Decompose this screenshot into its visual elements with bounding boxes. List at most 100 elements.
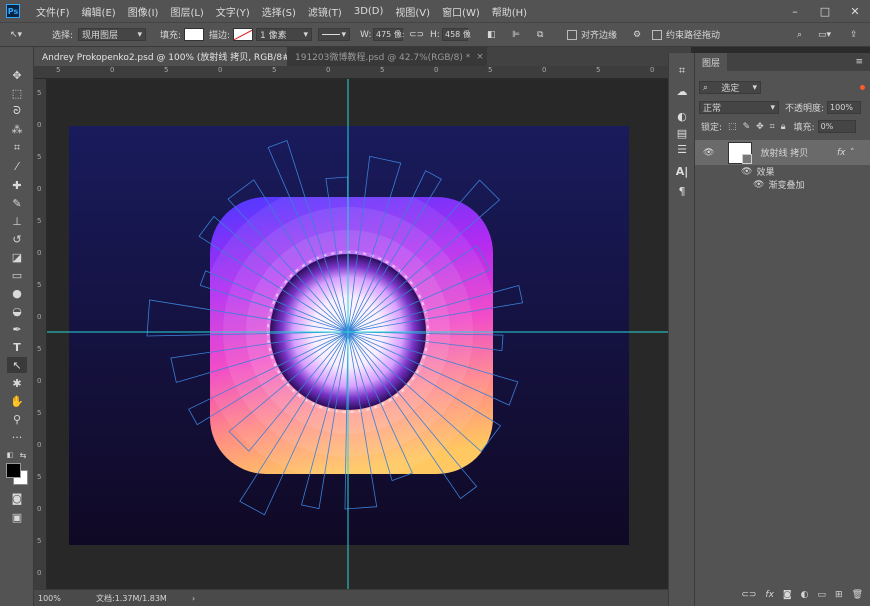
menu-window[interactable]: 窗口(W)	[436, 4, 486, 19]
new-layer-icon[interactable]: ⊞	[835, 590, 843, 600]
lock-all-icon[interactable]: 🔒︎	[781, 122, 786, 132]
gradient-tool-icon[interactable]: ▭	[7, 267, 27, 283]
type-tool-icon[interactable]: T	[7, 339, 27, 355]
select-mode-dropdown[interactable]: 现用图层 ▾	[78, 28, 146, 41]
menu-layer[interactable]: 图层(L)	[164, 4, 209, 19]
adjustments-icon[interactable]: ◐	[674, 108, 690, 124]
more-tools-icon[interactable]: ···	[7, 429, 27, 445]
height-input[interactable]: 458 像	[442, 28, 471, 41]
fill-swatch[interactable]	[184, 28, 204, 41]
path-selection-tool-icon[interactable]: ↖	[7, 357, 27, 373]
menu-view[interactable]: 视图(V)	[389, 4, 436, 19]
eye-icon[interactable]: 👁︎	[741, 167, 752, 177]
gear-icon[interactable]: ⚙	[633, 27, 641, 42]
paragraph-icon[interactable]: ¶	[674, 183, 690, 199]
zoom-level[interactable]: 100%	[38, 594, 88, 603]
eye-icon[interactable]: 👁︎	[753, 180, 764, 190]
add-mask-icon[interactable]: ◙	[783, 590, 792, 600]
effects-row[interactable]: 👁︎ 效果	[695, 165, 870, 179]
menu-file[interactable]: 文件(F)	[30, 4, 76, 19]
maximize-icon[interactable]: □	[810, 0, 840, 22]
info-icon[interactable]: ▤	[674, 125, 690, 141]
swap-colors-icon[interactable]: ⇆	[18, 447, 28, 463]
history-icon[interactable]: ☰	[674, 141, 690, 157]
character-icon[interactable]: A|	[674, 163, 690, 179]
path-operations-icon[interactable]: ◧	[487, 27, 496, 42]
brush-tool-icon[interactable]: ✎	[7, 195, 27, 211]
screen-mode-icon[interactable]: ▣	[7, 509, 27, 525]
expand-effects-icon[interactable]: ˄	[850, 148, 855, 158]
path-select-tool-icon[interactable]: ↖▾	[10, 27, 22, 42]
tab-andrey-prokopenko[interactable]: Andrey Prokopenko2.psd @ 100% (放射线 拷贝, R…	[34, 47, 314, 66]
lock-artboard-icon[interactable]: ⌗	[770, 122, 775, 132]
quick-mask-icon[interactable]: ◙	[7, 490, 27, 506]
align-edges-checkbox[interactable]	[567, 29, 577, 40]
marquee-tool-icon[interactable]: ⬚	[7, 85, 27, 101]
panel-menu-icon[interactable]: ≡	[855, 57, 863, 67]
stroke-swatch[interactable]	[233, 28, 253, 41]
lock-paint-icon[interactable]: ✎	[743, 122, 751, 132]
adjustment-layer-icon[interactable]: ◐	[801, 590, 809, 600]
filter-toggle-dot[interactable]	[860, 85, 865, 90]
hand-tool-icon[interactable]: ✋	[7, 393, 27, 409]
link-icon[interactable]: ⊂⊃	[409, 27, 424, 42]
history-brush-tool-icon[interactable]: ↺	[7, 231, 27, 247]
lasso-tool-icon[interactable]: ᘐ	[7, 103, 27, 119]
layer-fx-badge[interactable]: fx	[837, 148, 846, 158]
foreground-color-swatch[interactable]	[6, 463, 21, 478]
eyedropper-tool-icon[interactable]: ⁄	[7, 158, 27, 174]
tab-191203[interactable]: 191203微博教程.psd @ 42.7%(RGB/8) * ×	[287, 47, 487, 66]
opacity-input[interactable]: 100%	[827, 101, 862, 114]
status-menu-arrow[interactable]: ›	[192, 594, 195, 603]
blend-mode-dropdown[interactable]: 正常 ▾	[699, 101, 779, 114]
eye-icon[interactable]: 👁︎	[703, 148, 714, 158]
libraries-icon[interactable]: ☁	[674, 83, 690, 99]
path-arrangement-icon[interactable]: ⧉	[537, 27, 543, 42]
layers-panel-tab[interactable]: 图层	[695, 53, 728, 71]
lock-pixels-icon[interactable]: ⬚	[728, 122, 737, 132]
healing-tool-icon[interactable]: ✚	[7, 177, 27, 193]
trash-icon[interactable]: 🗑︎	[852, 590, 863, 600]
menu-select[interactable]: 选择(S)	[256, 4, 302, 19]
constrain-path-checkbox[interactable]	[652, 29, 662, 40]
new-group-icon[interactable]: ▭	[818, 590, 827, 600]
path-alignment-icon[interactable]: ⊫	[512, 27, 520, 42]
add-style-icon[interactable]: fx	[765, 590, 774, 600]
minimize-icon[interactable]: –	[780, 0, 810, 22]
fill-input[interactable]: 0%	[817, 120, 856, 133]
menu-image[interactable]: 图像(I)	[122, 4, 165, 19]
crop-panel-icon[interactable]: ⌗	[674, 63, 690, 79]
layer-name[interactable]: 放射线 拷贝	[760, 146, 808, 159]
menu-type[interactable]: 文字(Y)	[210, 4, 256, 19]
layer-row-rays-copy[interactable]: 👁︎ 放射线 拷贝 fx ˄	[695, 140, 870, 165]
lock-position-icon[interactable]: ✥	[756, 122, 764, 132]
document-canvas[interactable]	[47, 79, 677, 589]
width-input[interactable]: 475 像:	[373, 28, 405, 41]
workspace-icon[interactable]: ▭▾	[818, 27, 831, 42]
custom-shape-tool-icon[interactable]: ✱	[7, 375, 27, 391]
blur-tool-icon[interactable]: ●	[7, 285, 27, 301]
pen-tool-icon[interactable]: ✒	[7, 321, 27, 337]
search-icon[interactable]: ⌕	[797, 27, 802, 42]
menu-help[interactable]: 帮助(H)	[486, 4, 533, 19]
crop-tool-icon[interactable]: ⌗	[7, 140, 27, 156]
stroke-size-dropdown[interactable]: 1 像素 ▾	[256, 28, 312, 41]
layer-filter-dropdown[interactable]: ⌕ 选定 ▾	[699, 81, 761, 94]
gradient-overlay-row[interactable]: 👁︎ 渐变叠加	[695, 178, 870, 192]
menu-3d[interactable]: 3D(D)	[348, 6, 390, 17]
eraser-tool-icon[interactable]: ◪	[7, 249, 27, 265]
dodge-tool-icon[interactable]: ◒	[7, 303, 27, 319]
canvas-area[interactable]	[47, 79, 677, 589]
menu-filter[interactable]: 滤镜(T)	[302, 4, 348, 19]
stamp-tool-icon[interactable]: ⊥	[7, 213, 27, 229]
close-icon[interactable]: ✕	[840, 0, 870, 22]
link-layers-icon[interactable]: ⊂⊃	[741, 590, 756, 600]
menu-edit[interactable]: 编辑(E)	[76, 4, 122, 19]
default-colors-icon[interactable]: ◧	[5, 447, 15, 463]
magic-wand-tool-icon[interactable]: ⁂	[7, 121, 27, 137]
share-icon[interactable]: ⇪	[850, 27, 858, 42]
stroke-style-dropdown[interactable]: ▾	[318, 28, 350, 41]
tab-close-icon[interactable]: ×	[476, 52, 484, 62]
zoom-tool-icon[interactable]: ⚲	[7, 411, 27, 427]
move-tool-icon[interactable]: ✥	[7, 67, 27, 83]
